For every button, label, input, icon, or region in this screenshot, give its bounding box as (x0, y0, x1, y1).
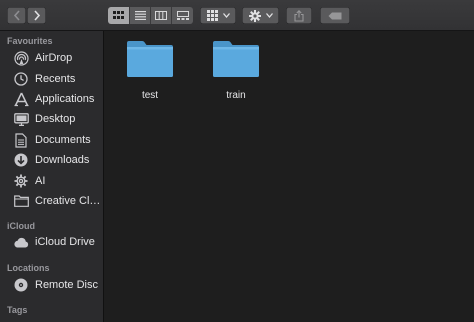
gear-icon (13, 173, 29, 189)
sidebar-item-ai[interactable]: AI (0, 171, 103, 191)
view-mode-control (108, 7, 193, 24)
action-button[interactable] (242, 7, 279, 24)
sidebar-item-creative-cloud-files[interactable]: Creative Cloud Files (0, 191, 103, 211)
clock-icon (13, 71, 29, 87)
airdrop-icon (13, 50, 29, 66)
sidebar-item-label: Downloads (35, 154, 90, 166)
sidebar-section-icloud: iCloud (7, 221, 35, 231)
chevron-left-icon (13, 10, 21, 21)
list-view-icon (134, 11, 146, 20)
sidebar-item-label: Desktop (35, 113, 76, 125)
sidebar-section-tags: Tags (7, 305, 28, 315)
cloud-icon (13, 234, 29, 250)
folder-icon (126, 40, 174, 78)
file-name: train (226, 90, 246, 101)
sidebar-section-favourites: Favourites (7, 36, 53, 46)
document-icon (13, 132, 29, 148)
share-icon (294, 9, 304, 22)
folder-icon (212, 40, 260, 78)
sidebar-item-applications[interactable]: Applications (0, 89, 103, 109)
file-browser: test train (104, 31, 474, 322)
chevron-down-icon (265, 13, 273, 18)
group-button[interactable] (200, 7, 236, 24)
folder-item-test[interactable]: test (110, 40, 190, 101)
sidebar-item-label: Recents (35, 73, 76, 85)
sidebar-item-label: Remote Disc (35, 279, 98, 291)
desktop-icon (13, 111, 29, 127)
disc-icon (13, 277, 29, 293)
sidebar-item-recents[interactable]: Recents (0, 69, 103, 89)
sidebar-item-remote-disc[interactable]: Remote Disc (0, 275, 103, 295)
tag-icon (328, 12, 342, 20)
sidebar: Favourites AirDrop Recents Applications … (0, 31, 104, 322)
folder-item-train[interactable]: train (196, 40, 276, 101)
sidebar-item-label: Documents (35, 134, 91, 146)
share-button[interactable] (286, 7, 312, 24)
applications-icon (13, 91, 29, 107)
sidebar-item-desktop[interactable]: Desktop (0, 109, 103, 129)
file-name: test (141, 90, 159, 101)
tag-button[interactable] (320, 7, 350, 24)
gallery-view-icon (176, 11, 189, 20)
sidebar-item-label: iCloud Drive (35, 236, 95, 248)
column-view-icon (155, 11, 167, 20)
chevron-right-icon (33, 10, 41, 21)
sidebar-item-label: Applications (35, 93, 95, 105)
sidebar-item-documents[interactable]: Documents (0, 130, 103, 150)
icon-view-icon (113, 11, 124, 20)
toolbar (0, 0, 474, 31)
icon-view-button[interactable] (108, 7, 130, 24)
chevron-down-icon (222, 13, 230, 18)
folder-icon (13, 193, 29, 209)
sidebar-item-airdrop[interactable]: AirDrop (0, 48, 103, 68)
sidebar-item-label: AirDrop (35, 52, 73, 64)
forward-button[interactable] (27, 7, 46, 24)
sidebar-item-label: Creative Cloud Files (35, 195, 101, 207)
gallery-view-button[interactable] (172, 7, 193, 24)
list-view-button[interactable] (130, 7, 151, 24)
sidebar-item-label: AI (35, 175, 46, 187)
column-view-button[interactable] (151, 7, 172, 24)
sidebar-item-icloud-drive[interactable]: iCloud Drive (0, 232, 103, 252)
gear-icon (248, 9, 261, 22)
back-button[interactable] (7, 7, 26, 24)
sidebar-section-locations: Locations (7, 263, 50, 273)
download-icon (13, 152, 29, 168)
grid-group-icon (206, 10, 218, 21)
sidebar-item-downloads[interactable]: Downloads (0, 150, 103, 170)
